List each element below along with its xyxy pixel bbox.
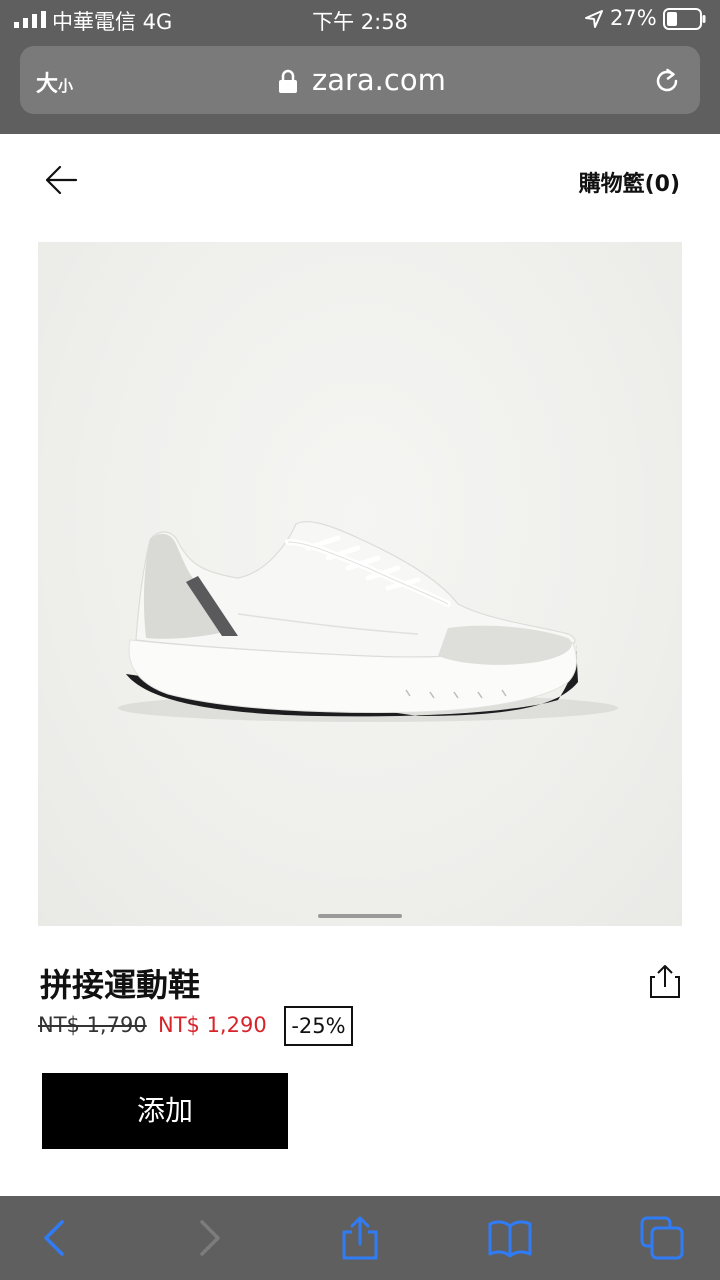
product-image[interactable] <box>38 242 682 926</box>
battery-icon <box>663 8 706 30</box>
sale-price: NT$ 1,290 <box>158 1013 267 1037</box>
status-bar: 中華電信 4G 下午 2:58 27% <box>0 0 720 40</box>
image-carousel-indicator <box>318 914 402 918</box>
discount-badge: -25% <box>284 1006 353 1046</box>
browser-toolbar <box>0 1196 720 1280</box>
share-icon[interactable] <box>338 1216 382 1260</box>
url-domain[interactable]: zara.com <box>312 63 446 97</box>
lock-icon <box>279 69 297 93</box>
sneaker-illustration <box>118 521 618 722</box>
reload-icon[interactable] <box>652 66 682 96</box>
arrow-left-icon[interactable] <box>44 164 78 196</box>
forward-icon[interactable] <box>186 1216 230 1260</box>
browser-address-area: 大小 zara.com <box>0 40 720 134</box>
product-name: 拼接運動鞋 <box>40 966 201 1004</box>
original-price: NT$ 1,790 <box>38 1013 147 1037</box>
back-icon[interactable] <box>34 1216 78 1260</box>
address-bar[interactable]: 大小 zara.com <box>20 46 700 114</box>
cart-link[interactable]: 購物籃(0) <box>579 166 680 198</box>
share-icon[interactable] <box>648 963 682 999</box>
text-size-large-label: 大 <box>36 72 59 97</box>
location-arrow-icon <box>585 10 603 28</box>
text-size-small-label: 小 <box>58 77 74 95</box>
battery-percentage: 27% <box>610 6 657 30</box>
text-size-button[interactable]: 大小 <box>36 66 73 98</box>
tabs-icon[interactable] <box>640 1216 684 1260</box>
add-to-cart-button[interactable]: 添加 <box>42 1073 288 1149</box>
bookmarks-icon[interactable] <box>488 1216 532 1260</box>
